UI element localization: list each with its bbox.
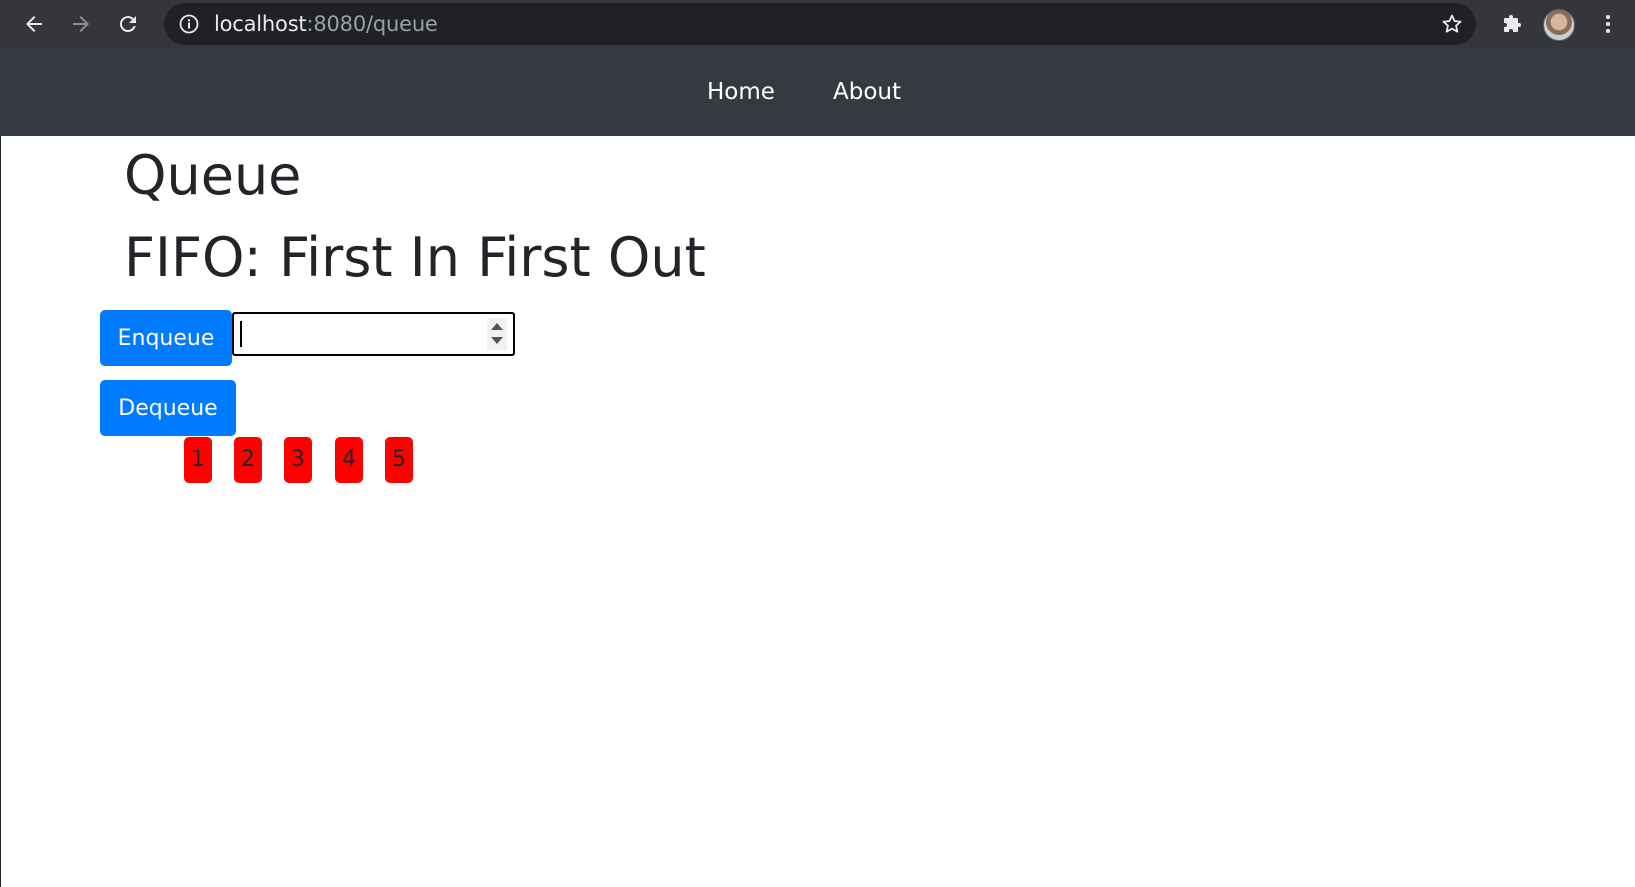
nav-link-about[interactable]: About bbox=[833, 48, 901, 136]
info-icon[interactable] bbox=[178, 13, 200, 35]
extensions-icon[interactable] bbox=[1497, 8, 1529, 40]
browser-toolbar: localhost:8080/queue bbox=[0, 0, 1635, 48]
queue-item: 3 bbox=[284, 437, 312, 483]
page-content: Queue FIFO: First In First Out Enqueue D… bbox=[0, 136, 1635, 887]
spin-up-icon[interactable] bbox=[491, 323, 503, 330]
queue-item: 1 bbox=[184, 437, 212, 483]
enqueue-button[interactable]: Enqueue bbox=[100, 310, 232, 366]
text-caret bbox=[240, 321, 242, 347]
url-host: localhost bbox=[214, 12, 307, 36]
queue-item: 5 bbox=[385, 437, 413, 483]
navbar: Home About bbox=[0, 48, 1635, 136]
spin-down-icon[interactable] bbox=[491, 337, 503, 344]
url-path: :8080/queue bbox=[306, 12, 438, 36]
url-text: localhost:8080/queue bbox=[214, 3, 438, 45]
page-title: Queue bbox=[124, 144, 302, 207]
nav-link-home[interactable]: Home bbox=[707, 48, 775, 136]
back-arrow-icon[interactable] bbox=[18, 8, 50, 40]
queue-item: 4 bbox=[335, 437, 363, 483]
forward-arrow-icon[interactable] bbox=[65, 8, 97, 40]
dequeue-button[interactable]: Dequeue bbox=[100, 380, 236, 436]
page-subtitle: FIFO: First In First Out bbox=[124, 226, 706, 289]
address-bar[interactable]: localhost:8080/queue bbox=[164, 3, 1476, 45]
number-spinner[interactable] bbox=[487, 318, 507, 350]
menu-dots-icon[interactable] bbox=[1592, 8, 1624, 40]
enqueue-number-input[interactable] bbox=[232, 312, 515, 356]
profile-avatar[interactable] bbox=[1543, 9, 1575, 41]
reload-icon[interactable] bbox=[112, 8, 144, 40]
queue-item: 2 bbox=[234, 437, 262, 483]
star-icon[interactable] bbox=[1440, 12, 1464, 36]
